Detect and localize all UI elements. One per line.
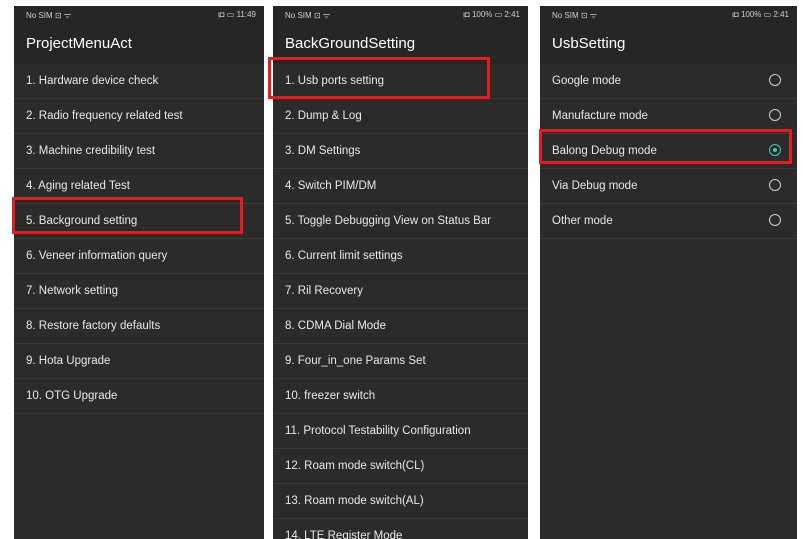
menu-item-label: 1. Usb ports setting (285, 75, 385, 87)
menu-item-label: 4. Aging related Test (26, 180, 130, 192)
menu-item-switch-pim-dm[interactable]: 4. Switch PIM/DM (273, 169, 528, 204)
menu-item-roam-mode-al[interactable]: 13. Roam mode switch(AL) (273, 484, 528, 519)
menu-list: 1. Hardware device check 2. Radio freque… (14, 64, 264, 414)
status-bar: No SIM ⊡ ᯤ ᴉ◘ 100% ▭ 2:41 (540, 6, 797, 24)
option-via-debug-mode[interactable]: Via Debug mode (540, 169, 797, 204)
option-label: Via Debug mode (552, 180, 638, 192)
menu-item-roam-mode-cl[interactable]: 12. Roam mode switch(CL) (273, 449, 528, 484)
page-title: ProjectMenuAct (26, 35, 132, 52)
menu-item-label: 9. Four_in_one Params Set (285, 355, 426, 367)
menu-item-radio-frequency-test[interactable]: 2. Radio frequency related test (14, 99, 264, 134)
menu-item-otg-upgrade[interactable]: 10. OTG Upgrade (14, 379, 264, 414)
menu-item-label: 10. freezer switch (285, 390, 376, 402)
menu-item-label: 12. Roam mode switch(CL) (285, 460, 425, 472)
option-label: Other mode (552, 215, 613, 227)
menu-item-label: 13. Roam mode switch(AL) (285, 495, 424, 507)
page-title: UsbSetting (552, 35, 626, 52)
menu-item-usb-ports-setting[interactable]: 1. Usb ports setting (273, 64, 528, 99)
menu-item-restore-factory-defaults[interactable]: 8. Restore factory defaults (14, 309, 264, 344)
radio-button[interactable] (769, 214, 781, 226)
menu-item-label: 6. Veneer information query (26, 250, 168, 262)
menu-item-background-setting[interactable]: 5. Background setting (14, 204, 264, 239)
menu-item-four-in-one-params[interactable]: 9. Four_in_one Params Set (273, 344, 528, 379)
menu-item-label: 2. Dump & Log (285, 110, 362, 122)
status-bar: No SIM ⊡ ᯤ ᴉ◘ ▭ 11:49 (14, 6, 264, 24)
menu-item-label: 7. Ril Recovery (285, 285, 363, 297)
menu-item-label: 5. Background setting (26, 215, 138, 227)
menu-item-label: 5. Toggle Debugging View on Status Bar (285, 215, 492, 227)
background-setting-screen: No SIM ⊡ ᯤ ᴉ◘ 100% ▭ 2:41 BackGroundSett… (273, 6, 528, 539)
menu-item-label: 3. DM Settings (285, 145, 361, 157)
menu-item-label: 4. Switch PIM/DM (285, 180, 377, 192)
option-balong-debug-mode[interactable]: Balong Debug mode (540, 134, 797, 169)
menu-item-hardware-device-check[interactable]: 1. Hardware device check (14, 64, 264, 99)
page-title: BackGroundSetting (285, 35, 416, 52)
status-right: ᴉ◘ ▭ 11:49 (217, 10, 256, 19)
title-bar: UsbSetting (540, 24, 797, 64)
menu-item-aging-test[interactable]: 4. Aging related Test (14, 169, 264, 204)
status-right: ᴉ◘ 100% ▭ 2:41 (463, 10, 520, 19)
option-label: Manufacture mode (552, 110, 648, 122)
menu-item-label: 14. LTE Register Mode (285, 530, 403, 539)
menu-item-label: 1. Hardware device check (26, 75, 159, 87)
menu-item-label: 6. Current limit settings (285, 250, 403, 262)
menu-item-label: 10. OTG Upgrade (26, 390, 118, 402)
status-left: No SIM ⊡ ᯤ (552, 11, 598, 20)
menu-item-current-limit-settings[interactable]: 6. Current limit settings (273, 239, 528, 274)
menu-item-lte-register-mode[interactable]: 14. LTE Register Mode (273, 519, 528, 539)
title-bar: BackGroundSetting (273, 24, 528, 64)
menu-item-label: 2. Radio frequency related test (26, 110, 183, 122)
menu-item-dump-log[interactable]: 2. Dump & Log (273, 99, 528, 134)
menu-item-toggle-debug-view[interactable]: 5. Toggle Debugging View on Status Bar (273, 204, 528, 239)
menu-item-freezer-switch[interactable]: 10. freezer switch (273, 379, 528, 414)
menu-item-label: 8. CDMA Dial Mode (285, 320, 386, 332)
radio-button[interactable] (769, 179, 781, 191)
usb-mode-options: Google mode Manufacture mode Balong Debu… (540, 64, 797, 239)
status-bar: No SIM ⊡ ᯤ ᴉ◘ 100% ▭ 2:41 (273, 6, 528, 24)
status-right: ᴉ◘ 100% ▭ 2:41 (732, 10, 789, 19)
menu-item-label: 8. Restore factory defaults (26, 320, 161, 332)
usb-setting-screen: No SIM ⊡ ᯤ ᴉ◘ 100% ▭ 2:41 UsbSetting Goo… (540, 6, 797, 539)
title-bar: ProjectMenuAct (14, 24, 264, 64)
menu-item-label: 9. Hota Upgrade (26, 355, 111, 367)
status-left: No SIM ⊡ ᯤ (285, 11, 331, 20)
status-left: No SIM ⊡ ᯤ (26, 11, 72, 20)
radio-button-selected[interactable] (769, 144, 781, 156)
option-google-mode[interactable]: Google mode (540, 64, 797, 99)
menu-item-label: 3. Machine credibility test (26, 145, 156, 157)
option-label: Balong Debug mode (552, 145, 657, 157)
option-label: Google mode (552, 75, 622, 87)
menu-item-protocol-testability[interactable]: 11. Protocol Testability Configuration (273, 414, 528, 449)
menu-item-cdma-dial-mode[interactable]: 8. CDMA Dial Mode (273, 309, 528, 344)
menu-item-label: 7. Network setting (26, 285, 119, 297)
menu-item-machine-credibility-test[interactable]: 3. Machine credibility test (14, 134, 264, 169)
menu-item-veneer-info-query[interactable]: 6. Veneer information query (14, 239, 264, 274)
project-menu-screen: No SIM ⊡ ᯤ ᴉ◘ ▭ 11:49 ProjectMenuAct 1. … (14, 6, 264, 539)
option-manufacture-mode[interactable]: Manufacture mode (540, 99, 797, 134)
menu-item-label: 11. Protocol Testability Configuration (285, 425, 471, 437)
menu-item-ril-recovery[interactable]: 7. Ril Recovery (273, 274, 528, 309)
menu-item-network-setting[interactable]: 7. Network setting (14, 274, 264, 309)
option-other-mode[interactable]: Other mode (540, 204, 797, 239)
menu-list: 1. Usb ports setting 2. Dump & Log 3. DM… (273, 64, 528, 539)
radio-button[interactable] (769, 74, 781, 86)
radio-button[interactable] (769, 109, 781, 121)
menu-item-dm-settings[interactable]: 3. DM Settings (273, 134, 528, 169)
menu-item-hota-upgrade[interactable]: 9. Hota Upgrade (14, 344, 264, 379)
